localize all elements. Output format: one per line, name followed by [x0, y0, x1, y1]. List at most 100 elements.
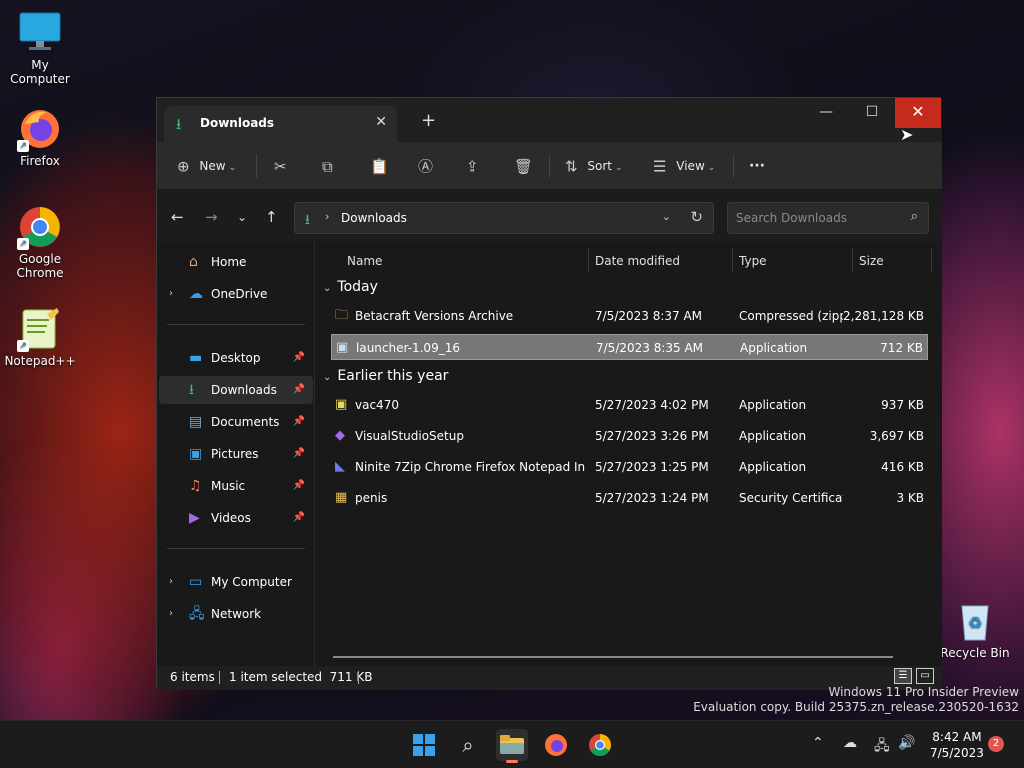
back-arrow-icon[interactable]: ← [171, 208, 184, 226]
column-header-type[interactable]: Type [739, 252, 767, 276]
taskbar-chrome[interactable] [584, 729, 616, 761]
music-icon: ♫ [189, 478, 202, 494]
file-date: 5/27/2023 1:25 PM [595, 460, 709, 474]
details-view-icon[interactable]: ☰ [894, 668, 912, 684]
notification-badge[interactable]: 2 [988, 736, 1004, 752]
nav-item-desktop[interactable]: ▬ Desktop 📌 [159, 344, 313, 372]
monitor-icon: ▭ [189, 574, 203, 590]
view-button[interactable]: ☰ View ⌄ [653, 154, 715, 178]
title-bar[interactable]: ⭳ Downloads ✕ + — ☐ ✕ [157, 98, 942, 142]
desktop-icon-my-computer[interactable]: My Computer [0, 10, 80, 86]
taskbar-firefox[interactable] [540, 729, 572, 761]
pin-icon[interactable]: 📌 [293, 504, 305, 532]
column-divider[interactable] [588, 248, 589, 272]
desktop-icon-label: Notepad++ [4, 354, 76, 368]
group-header-today[interactable]: ⌄ Today [323, 279, 378, 295]
file-row-selected[interactable]: ▣ launcher-1.09_16 7/5/2023 8:35 AM Appl… [331, 334, 928, 360]
minimize-button[interactable]: — [803, 98, 849, 128]
file-name: launcher-1.09_16 [356, 341, 460, 355]
network-icon[interactable]: 🖧 [874, 735, 890, 759]
nav-item-network[interactable]: › 🖧 Network [159, 600, 313, 628]
item-count: 6 items [170, 670, 215, 684]
more-options-button[interactable]: ··· [749, 154, 765, 178]
close-button[interactable]: ✕ [895, 98, 941, 128]
maximize-button[interactable]: ☐ [849, 98, 895, 128]
column-header-name[interactable]: Name [347, 252, 382, 276]
show-hidden-icons-chevron-icon[interactable]: ⌃ [812, 735, 824, 751]
tab-title: Downloads [200, 116, 275, 130]
desktop-icon-recycle-bin[interactable]: ♻ Recycle Bin [935, 598, 1015, 660]
navigation-pane: ⌂ Home › ☁ OneDrive ▬ Desktop 📌 ⭳ Downlo… [157, 242, 315, 666]
search-box[interactable]: ⌕ [727, 202, 929, 234]
column-divider[interactable] [732, 248, 733, 272]
up-arrow-icon[interactable]: ↑ [265, 208, 278, 226]
pin-icon[interactable]: 📌 [293, 408, 305, 436]
monitor-icon [17, 10, 63, 56]
file-size: 3 KB [896, 491, 924, 505]
desktop-icon-google-chrome[interactable]: ↗ Google Chrome [0, 204, 80, 280]
nav-item-documents[interactable]: ▤ Documents 📌 [159, 408, 313, 436]
desktop-icon-firefox[interactable]: ↗ Firefox [0, 106, 80, 168]
windows-watermark: Windows 11 Pro Insider Preview Evaluatio… [693, 685, 1019, 715]
share-button[interactable]: ⇪ [466, 154, 479, 178]
horizontal-scrollbar[interactable] [333, 656, 893, 658]
cut-button[interactable]: ✂ [274, 154, 287, 178]
search-icon[interactable]: ⌕ [452, 729, 484, 761]
column-divider[interactable] [852, 248, 853, 272]
nav-item-downloads[interactable]: ⭳ Downloads 📌 [159, 376, 313, 404]
delete-button[interactable]: 🗑 [514, 154, 533, 178]
address-bar[interactable]: ⭳ › Downloads ⌄ ↻ [294, 202, 714, 234]
file-row[interactable]: ◣ Ninite 7Zip Chrome Firefox Notepad Ins… [331, 454, 928, 480]
expand-chevron-icon[interactable]: › [169, 280, 173, 308]
volume-icon[interactable]: 🔊 [898, 735, 915, 751]
file-row[interactable]: ◆ VisualStudioSetup 5/27/2023 3:26 PM Ap… [331, 423, 928, 449]
pin-icon[interactable]: 📌 [293, 440, 305, 468]
search-input[interactable] [728, 203, 898, 233]
firefox-icon: ↗ [17, 106, 63, 152]
column-divider[interactable] [931, 248, 932, 272]
copy-button[interactable]: ⧉ [322, 154, 333, 178]
pin-icon[interactable]: 📌 [293, 344, 305, 372]
paste-button[interactable]: 📋 [370, 154, 389, 178]
nav-item-pictures[interactable]: ▣ Pictures 📌 [159, 440, 313, 468]
pin-icon[interactable]: 📌 [293, 472, 305, 500]
column-header-date[interactable]: Date modified [595, 252, 680, 276]
expand-chevron-icon[interactable]: › [169, 568, 173, 596]
nav-item-label: My Computer [211, 575, 292, 589]
sort-button[interactable]: ⇅ Sort ⌄ [565, 154, 623, 178]
tab-close-icon[interactable]: ✕ [375, 114, 387, 130]
file-row[interactable]: ▦ penis 5/27/2023 1:24 PM Security Certi… [331, 485, 928, 511]
column-header-size[interactable]: Size [859, 252, 884, 276]
expand-chevron-icon[interactable]: › [169, 600, 173, 628]
file-row[interactable]: 🗀 Betacraft Versions Archive 7/5/2023 8:… [331, 303, 928, 329]
rename-button[interactable]: Ⓐ [418, 154, 433, 178]
taskbar-file-explorer[interactable] [496, 729, 528, 763]
pin-icon[interactable]: 📌 [293, 376, 305, 404]
toolbar-divider [733, 154, 734, 178]
cloud-icon: ☁ [189, 286, 203, 302]
ninite-icon: ◣ [335, 459, 345, 474]
new-button[interactable]: ⊕ New ⌄ [177, 154, 236, 178]
forward-arrow-icon[interactable]: → [205, 208, 218, 226]
desktop-icon-notepad-plus-plus[interactable]: ↗ Notepad++ [0, 306, 80, 368]
refresh-icon[interactable]: ↻ [690, 208, 703, 226]
clock[interactable]: 8:42 AM 7/5/2023 [930, 729, 984, 761]
nav-item-home[interactable]: ⌂ Home [159, 248, 313, 276]
onedrive-offline-icon[interactable]: ☁ [843, 735, 857, 751]
new-tab-icon[interactable]: + [421, 110, 436, 131]
firefox-icon [545, 734, 567, 756]
watermark-line-1: Windows 11 Pro Insider Preview [828, 685, 1019, 699]
address-dropdown-icon[interactable]: ⌄ [662, 210, 671, 223]
nav-item-music[interactable]: ♫ Music 📌 [159, 472, 313, 500]
recent-locations-chevron-icon[interactable]: ⌄ [237, 210, 247, 224]
start-button[interactable] [408, 729, 440, 761]
breadcrumb-downloads[interactable]: Downloads [341, 211, 407, 225]
nav-item-onedrive[interactable]: › ☁ OneDrive [159, 280, 313, 308]
nav-item-my-computer[interactable]: › ▭ My Computer [159, 568, 313, 596]
taskbar: ⌕ ⌃ ☁ 🖧 🔊 8:42 AM 7/5/2023 2 [0, 720, 1024, 768]
tiles-view-icon[interactable]: ▭ [916, 668, 934, 684]
tab-downloads[interactable]: ⭳ Downloads ✕ [164, 106, 397, 142]
nav-item-videos[interactable]: ▶ Videos 📌 [159, 504, 313, 532]
group-header-earlier-this-year[interactable]: ⌄ Earlier this year [323, 368, 448, 384]
file-row[interactable]: ▣ vac470 5/27/2023 4:02 PM Application 9… [331, 392, 928, 418]
